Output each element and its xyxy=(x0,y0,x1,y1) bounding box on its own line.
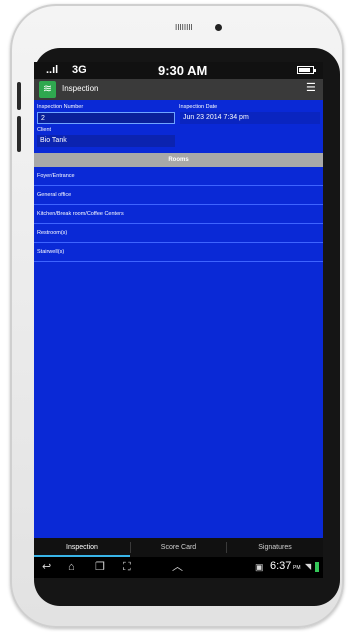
battery-indicator xyxy=(315,562,319,572)
client-label: Client xyxy=(37,127,52,133)
status-time: 9:30 AM xyxy=(158,63,208,78)
tab-bar: Inspection Score Card Signatures xyxy=(34,538,323,557)
signal-icon: ..ıl xyxy=(46,64,59,76)
chevron-up-icon[interactable]: ︿ xyxy=(172,560,183,574)
room-item-kitchen[interactable]: Kitchen/Break room/Coffee Centers xyxy=(34,205,323,224)
screenshot-icon[interactable]: ⛶ xyxy=(123,560,131,574)
battery-fill xyxy=(299,68,310,72)
gallery-icon: ▣ xyxy=(255,562,264,572)
battery-icon xyxy=(297,66,316,74)
home-icon[interactable]: ⌂ xyxy=(68,560,75,574)
back-icon[interactable]: ↩ xyxy=(42,560,51,574)
tab-score-card[interactable]: Score Card xyxy=(131,538,226,557)
app-logo-icon[interactable]: ≋ xyxy=(39,81,56,98)
recent-apps-icon[interactable]: ❐ xyxy=(95,560,105,574)
page-title: Inspection xyxy=(62,84,99,93)
room-list: Foyer/Entrance General office Kitchen/Br… xyxy=(34,167,323,262)
power-button[interactable] xyxy=(17,116,21,152)
tab-inspection[interactable]: Inspection xyxy=(34,538,130,557)
client-field[interactable]: Bio Tank xyxy=(37,135,175,147)
system-nav-bar: ↩ ⌂ ❐ ⛶ ︿ ▣ 6:37 PM ◥ xyxy=(34,557,323,578)
room-item-foyer[interactable]: Foyer/Entrance xyxy=(34,167,323,186)
inspection-date-field[interactable]: Jun 23 2014 7:34 pm xyxy=(180,112,320,124)
nav-time: 6:37 xyxy=(270,560,292,572)
action-bar: ≋ Inspection ☰ xyxy=(34,79,323,100)
rooms-header: Rooms xyxy=(34,153,323,167)
inspection-number-label: Inspection Number xyxy=(37,104,84,110)
inspection-date-label: Inspection Date xyxy=(179,104,218,110)
wifi-icon: ◥ xyxy=(305,562,312,571)
room-item-stairwells[interactable]: Stairwell(s) xyxy=(34,243,323,262)
room-item-restrooms[interactable]: Restroom(s) xyxy=(34,224,323,243)
tab-signatures[interactable]: Signatures xyxy=(227,538,323,557)
screen: ..ıl 3G 9:30 AM ≋ Inspection ☰ Inspectio… xyxy=(34,62,323,578)
room-item-general-office[interactable]: General office xyxy=(34,186,323,205)
nav-ampm: PM xyxy=(293,565,301,571)
front-camera xyxy=(215,24,222,31)
menu-icon[interactable]: ☰ xyxy=(306,83,317,94)
volume-button[interactable] xyxy=(17,82,21,110)
status-bar: ..ıl 3G 9:30 AM xyxy=(34,62,323,79)
speaker-grille: IIIIIIII xyxy=(175,23,193,32)
network-type: 3G xyxy=(72,64,87,76)
inspection-number-input[interactable]: 2 xyxy=(37,112,175,124)
